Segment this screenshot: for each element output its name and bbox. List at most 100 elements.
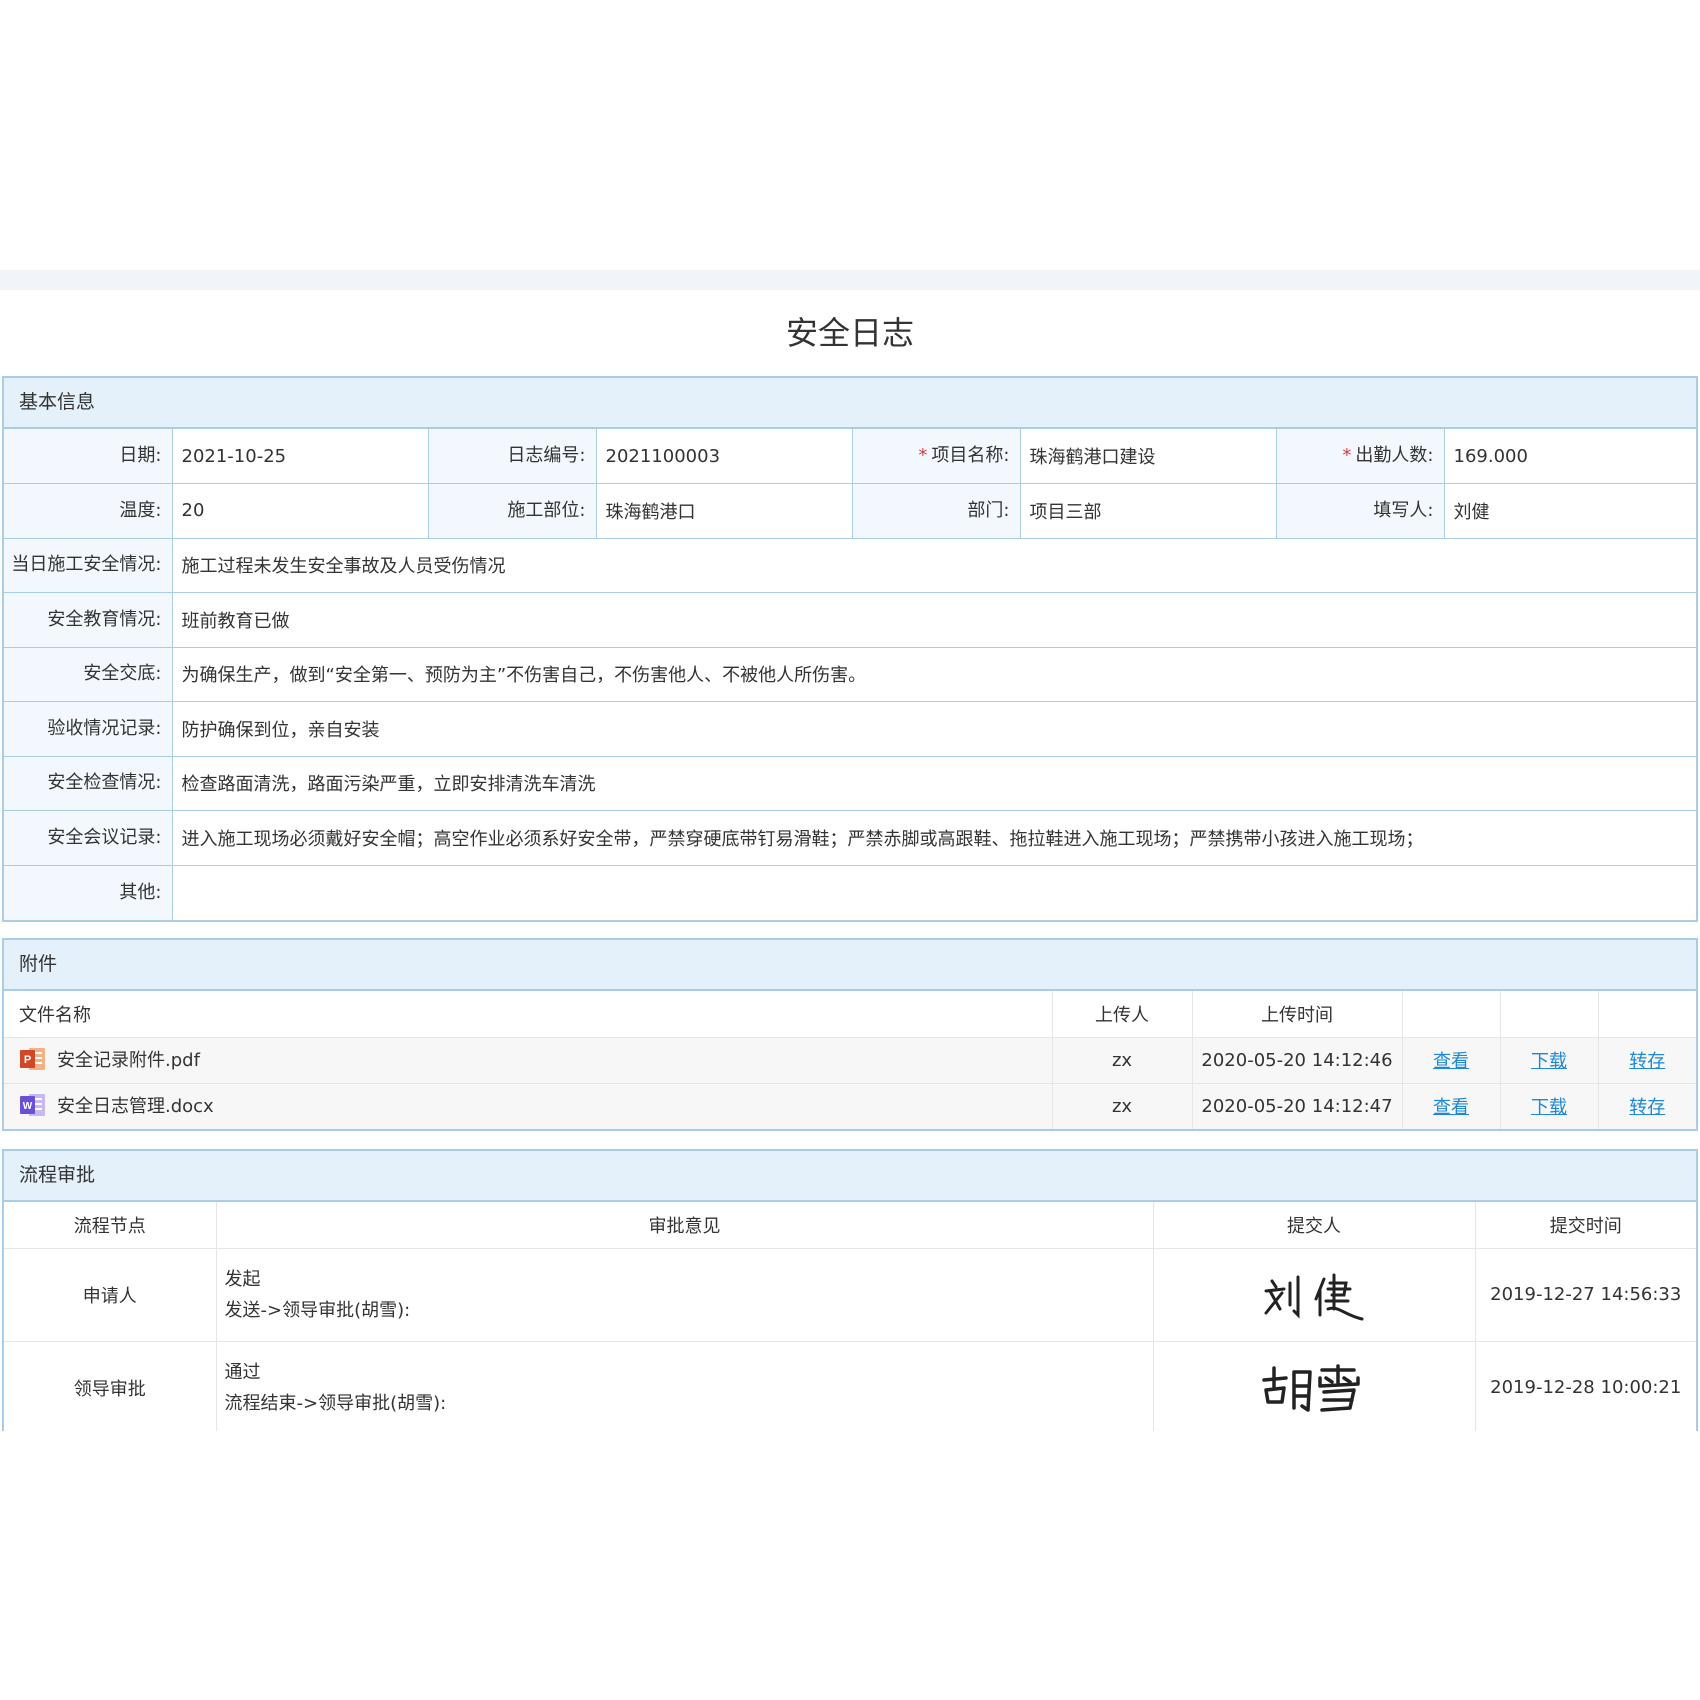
- save-link-cell: 转存: [1598, 1082, 1696, 1129]
- attachment-row: W 安全日志管理.docx zx 2020-05-20 14:12:47 查看 …: [4, 1082, 1696, 1129]
- basic-info-panel: 基本信息 日期: 2021-10-25 日志编号: 2021100003 * 项目…: [2, 376, 1698, 922]
- node-column-header: 流程节点: [4, 1202, 217, 1248]
- flow-text: 流程结束->领导审批(胡雪):: [224, 1392, 447, 1414]
- empty-column-header: [1500, 991, 1599, 1037]
- safety-status-row: 当日施工安全情况: 施工过程未发生安全事故及人员受伤情况: [4, 537, 1696, 593]
- approval-node: 领导审批: [4, 1340, 217, 1431]
- temperature-label: 温度:: [4, 483, 173, 539]
- safety-education-label: 安全教育情况:: [4, 592, 173, 648]
- filler-value: 刘健: [1443, 483, 1696, 539]
- filler-label: 填写人:: [1275, 483, 1445, 539]
- file-name-column-header: 文件名称: [4, 991, 1053, 1037]
- approval-row: 领导审批 通过 流程结束->领导审批(胡雪): 2019-12-28 10:00…: [4, 1340, 1696, 1431]
- attachment-file-name: P 安全记录附件.pdf: [4, 1036, 1053, 1083]
- approval-table: 流程节点 审批意见 提交人 提交时间 申请人 发起 发送->领导审批(胡雪): …: [4, 1202, 1696, 1431]
- other-value: [171, 864, 1696, 920]
- uploader-column-header: 上传人: [1052, 991, 1193, 1037]
- save-link[interactable]: 转存: [1629, 1051, 1665, 1072]
- acceptance-record-label: 验收情况记录:: [4, 701, 173, 757]
- empty-column-header: [1598, 991, 1696, 1037]
- download-link[interactable]: 下载: [1531, 1051, 1567, 1072]
- download-link[interactable]: 下载: [1531, 1097, 1567, 1118]
- project-name-value: 珠海鹤港口建设: [1019, 429, 1277, 484]
- flow-text: 发送->领导审批(胡雪):: [224, 1299, 411, 1321]
- safety-briefing-value: 为确保生产，做到“安全第一、预防为主”不伤害自己，不伤害他人、不被他人所伤害。: [171, 646, 1696, 702]
- log-number-label: 日志编号:: [427, 429, 597, 484]
- date-label: 日期:: [4, 429, 173, 484]
- approval-header: 流程审批: [4, 1151, 1696, 1202]
- safety-briefing-label: 安全交底:: [4, 646, 173, 702]
- construction-site-value: 珠海鹤港口: [595, 483, 853, 539]
- other-row: 其他:: [4, 864, 1696, 920]
- required-mark: *: [1342, 445, 1352, 466]
- attachment-file-name: W 安全日志管理.docx: [4, 1082, 1053, 1129]
- attachments-table: 文件名称 上传人 上传时间 P 安全记录附件.pdf zx 2020-05-20…: [4, 991, 1696, 1129]
- attachment-uploader: zx: [1052, 1036, 1193, 1083]
- approval-opinion: 发起 发送->领导审批(胡雪):: [216, 1247, 1154, 1341]
- safety-meeting-row: 安全会议记录: 进入施工现场必须戴好安全帽；高空作业必须系好安全带，严禁穿硬底带…: [4, 810, 1696, 866]
- safety-meeting-value: 进入施工现场必须戴好安全帽；高空作业必须系好安全带，严禁穿硬底带钉易滑鞋；严禁赤…: [171, 810, 1696, 866]
- signature-image: [1264, 1273, 1364, 1320]
- approval-header-row: 流程节点 审批意见 提交人 提交时间: [4, 1202, 1696, 1248]
- acceptance-record-row: 验收情况记录: 防护确保到位，亲自安装: [4, 701, 1696, 757]
- submitter-column-header: 提交人: [1153, 1202, 1476, 1248]
- construction-site-label: 施工部位:: [427, 483, 597, 539]
- other-label: 其他:: [4, 864, 173, 920]
- approval-opinion: 通过 流程结束->领导审批(胡雪):: [216, 1340, 1154, 1431]
- temperature-value: 20: [171, 483, 429, 539]
- submitter-signature: [1153, 1340, 1476, 1431]
- attendance-label: * 出勤人数:: [1275, 429, 1445, 484]
- safety-inspection-label: 安全检查情况:: [4, 755, 173, 811]
- opinion-text: 通过: [224, 1361, 261, 1383]
- empty-column-header: [1402, 991, 1501, 1037]
- word-file-icon: W: [20, 1094, 45, 1117]
- approval-panel: 流程审批 流程节点 审批意见 提交人 提交时间 申请人 发起 发送->领导审批(…: [2, 1149, 1698, 1431]
- attachment-upload-time: 2020-05-20 14:12:46: [1192, 1036, 1403, 1083]
- opinion-column-header: 审批意见: [216, 1202, 1154, 1248]
- view-link-cell: 查看: [1402, 1036, 1501, 1083]
- powerpoint-file-icon: P: [20, 1048, 45, 1070]
- attachment-uploader: zx: [1052, 1082, 1193, 1129]
- safety-status-value: 施工过程未发生安全事故及人员受伤情况: [171, 537, 1696, 593]
- department-label: 部门:: [851, 483, 1021, 539]
- basic-info-table: 日期: 2021-10-25 日志编号: 2021100003 * 项目名称: 珠…: [4, 429, 1696, 920]
- safety-education-value: 班前教育已做: [171, 592, 1696, 648]
- safety-meeting-label: 安全会议记录:: [4, 810, 173, 866]
- page-title: 安全日志: [785, 314, 914, 352]
- approval-submit-time: 2019-12-27 14:56:33: [1475, 1247, 1696, 1341]
- attachments-panel: 附件 文件名称 上传人 上传时间 P 安全记录附件.pdf zx 2020-05…: [2, 938, 1698, 1131]
- opinion-text: 发起: [224, 1268, 261, 1290]
- safety-education-row: 安全教育情况: 班前教育已做: [4, 592, 1696, 648]
- attachment-row: P 安全记录附件.pdf zx 2020-05-20 14:12:46 查看 下…: [4, 1036, 1696, 1083]
- attachments-header-row: 文件名称 上传人 上传时间: [4, 991, 1696, 1037]
- required-mark: *: [918, 445, 928, 466]
- attachment-upload-time: 2020-05-20 14:12:47: [1192, 1082, 1403, 1129]
- submitter-signature: [1153, 1247, 1476, 1341]
- safety-briefing-row: 安全交底: 为确保生产，做到“安全第一、预防为主”不伤害自己，不伤害他人、不被他…: [4, 646, 1696, 702]
- download-link-cell: 下载: [1500, 1082, 1599, 1129]
- download-link-cell: 下载: [1500, 1036, 1599, 1083]
- department-value: 项目三部: [1019, 483, 1277, 539]
- save-link-cell: 转存: [1598, 1036, 1696, 1083]
- view-link[interactable]: 查看: [1433, 1097, 1469, 1118]
- save-link[interactable]: 转存: [1629, 1097, 1665, 1118]
- svg-text:W: W: [23, 1101, 33, 1112]
- approval-row: 申请人 发起 发送->领导审批(胡雪): 2019-12-27 14:56:33: [4, 1247, 1696, 1341]
- upload-time-column-header: 上传时间: [1192, 991, 1403, 1037]
- acceptance-record-value: 防护确保到位，亲自安装: [171, 701, 1696, 757]
- view-link-cell: 查看: [1402, 1082, 1501, 1129]
- attendance-value: 169.000: [1443, 429, 1696, 484]
- submit-time-column-header: 提交时间: [1549, 1215, 1622, 1237]
- view-link[interactable]: 查看: [1433, 1051, 1469, 1072]
- attachments-header: 附件: [4, 940, 1696, 991]
- safety-status-label: 当日施工安全情况:: [4, 537, 173, 593]
- info-row-2: 温度: 20 施工部位: 珠海鹤港口 部门: 项目三部 填写人: 刘健: [4, 483, 1696, 539]
- signature-image: [1262, 1364, 1360, 1412]
- top-band: [0, 270, 1700, 290]
- info-row-1: 日期: 2021-10-25 日志编号: 2021100003 * 项目名称: 珠…: [4, 429, 1696, 484]
- approval-submit-time: 2019-12-28 10:00:21: [1475, 1340, 1696, 1431]
- log-number-value: 2021100003: [595, 429, 853, 484]
- approval-node: 申请人: [4, 1247, 217, 1341]
- date-value: 2021-10-25: [171, 429, 429, 484]
- basic-info-header: 基本信息: [4, 378, 1696, 429]
